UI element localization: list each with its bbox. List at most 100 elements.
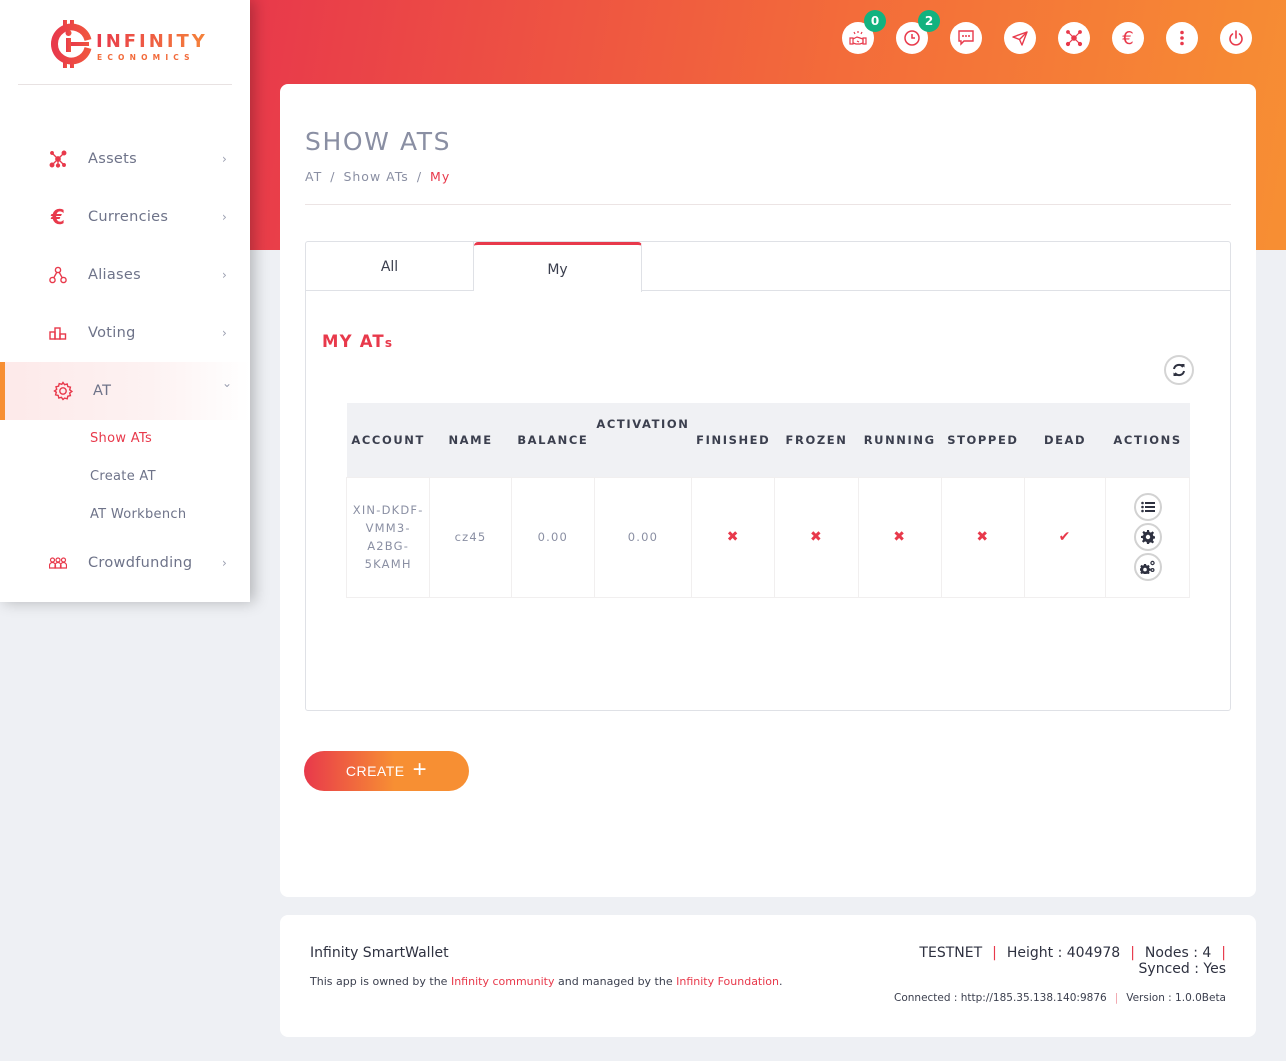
section-title: MY ATs bbox=[322, 332, 393, 351]
column-header-balance[interactable]: BALANCE bbox=[511, 403, 595, 477]
breadcrumb-current: My bbox=[430, 169, 451, 184]
sidebar-item-aliases[interactable]: Aliases › bbox=[0, 246, 250, 304]
sidebar-item-crowdfunding[interactable]: Crowdfunding › bbox=[0, 534, 250, 592]
messages-button[interactable] bbox=[950, 22, 982, 54]
more-button[interactable] bbox=[1166, 22, 1198, 54]
sidebar-item-at[interactable]: AT ⌄ bbox=[0, 362, 250, 420]
separator: | bbox=[1221, 945, 1226, 961]
network-icon bbox=[1065, 30, 1083, 47]
sidebar-subitem-at-workbench[interactable]: AT Workbench bbox=[90, 507, 186, 522]
infinity-foundation-link[interactable]: Infinity Foundation bbox=[676, 975, 779, 988]
chat-icon bbox=[958, 30, 974, 46]
cell-frozen: ✖ bbox=[774, 476, 859, 598]
cross-icon: ✖ bbox=[726, 529, 740, 545]
history-button[interactable]: 2 bbox=[896, 10, 940, 54]
table-header-row: ACCOUNT NAME BALANCE ACTIVATION FINISHED… bbox=[346, 403, 1190, 477]
column-header-activation[interactable]: ACTIVATION bbox=[594, 403, 692, 477]
euro-icon: € bbox=[1122, 27, 1134, 49]
euro-icon: € bbox=[51, 205, 65, 229]
currency-button[interactable]: € bbox=[1112, 22, 1144, 54]
logo-mark-icon bbox=[51, 20, 92, 68]
column-header-account[interactable]: ACCOUNT bbox=[346, 403, 430, 477]
gear-icon bbox=[1140, 530, 1155, 544]
sidebar-item-label: Voting bbox=[88, 325, 136, 341]
column-header-finished[interactable]: FINISHED bbox=[691, 403, 775, 477]
sidebar-item-label: AT bbox=[93, 383, 112, 399]
column-header-frozen[interactable]: FROZEN bbox=[774, 403, 859, 477]
app-version: Version : 1.0.0Beta bbox=[1126, 992, 1226, 1004]
check-icon: ✔ bbox=[1058, 529, 1072, 545]
action-buttons bbox=[1106, 493, 1189, 581]
footer-text-part: . bbox=[779, 975, 783, 988]
separator: | bbox=[1130, 945, 1135, 961]
ats-table: ACCOUNT NAME BALANCE ACTIVATION FINISHED… bbox=[345, 403, 1190, 598]
cross-icon: ✖ bbox=[810, 529, 823, 545]
network-button[interactable] bbox=[1058, 22, 1090, 54]
advanced-settings-button[interactable] bbox=[1133, 553, 1162, 581]
handshake-button[interactable]: 0 bbox=[842, 10, 886, 54]
main-card: SHOW ATS AT / Show ATs / My All My MY AT… bbox=[280, 84, 1256, 897]
sidebar-subitem-create-at[interactable]: Create AT bbox=[90, 469, 156, 484]
footer: Infinity SmartWallet This app is owned b… bbox=[280, 915, 1256, 1037]
cell-running: ✖ bbox=[857, 476, 942, 598]
logo-subtitle: ECONOMICS bbox=[97, 53, 195, 62]
sidebar-item-voting[interactable]: Voting › bbox=[0, 304, 250, 362]
logo[interactable]: INFINITY ECONOMICS bbox=[50, 18, 210, 70]
send-button[interactable] bbox=[1004, 22, 1036, 54]
column-header-actions: ACTIONS bbox=[1105, 403, 1190, 477]
cell-activation: 0.00 bbox=[593, 476, 693, 598]
footer-ownership-text: This app is owned by the Infinity commun… bbox=[310, 975, 783, 988]
sidebar-item-label: Aliases bbox=[88, 267, 141, 283]
cell-account[interactable]: XIN-DKDF- VMM3- A2BG- 5KAMH bbox=[345, 476, 431, 598]
gear-icon bbox=[53, 381, 73, 401]
logo-title: INFINITY bbox=[96, 31, 208, 52]
column-header-running[interactable]: RUNNING bbox=[858, 403, 942, 477]
footer-title: Infinity SmartWallet bbox=[310, 945, 449, 961]
table-row: XIN-DKDF- VMM3- A2BG- 5KAMH cz45 0.00 0.… bbox=[345, 476, 1190, 598]
settings-button[interactable] bbox=[1133, 523, 1162, 551]
podium-icon bbox=[48, 323, 68, 343]
tab-all[interactable]: All bbox=[306, 242, 474, 291]
refresh-button[interactable] bbox=[1164, 355, 1194, 385]
cell-name: cz45 bbox=[429, 476, 512, 598]
header-toolbar: 0 2 € bbox=[842, 10, 1252, 54]
tabs-panel: All My MY ATs ACCOUNT NAME BALANCE ACTIV… bbox=[305, 241, 1231, 711]
sidebar-item-assets[interactable]: Assets › bbox=[0, 130, 250, 188]
separator: | bbox=[1114, 992, 1119, 1004]
create-button-label: CREATE bbox=[345, 763, 405, 779]
tab-my[interactable]: My bbox=[474, 242, 642, 292]
account-line: VMM3- bbox=[365, 521, 411, 535]
alias-icon bbox=[48, 265, 68, 285]
cell-actions bbox=[1105, 476, 1190, 598]
details-button[interactable] bbox=[1133, 493, 1162, 521]
breadcrumb: AT / Show ATs / My bbox=[305, 169, 450, 184]
logout-button[interactable] bbox=[1220, 22, 1252, 54]
node-count: Nodes : 4 bbox=[1144, 945, 1212, 961]
logo-divider bbox=[18, 84, 232, 85]
column-header-stopped[interactable]: STOPPED bbox=[941, 403, 1025, 477]
column-header-dead[interactable]: DEAD bbox=[1024, 403, 1106, 477]
breadcrumb-item[interactable]: AT bbox=[305, 169, 322, 184]
people-icon bbox=[48, 553, 68, 573]
network-status: TESTNET | Height : 404978 | Nodes : 4 | Synce… bbox=[906, 945, 1226, 977]
section-title-main: MY AT bbox=[322, 332, 385, 351]
breadcrumb-item[interactable]: Show ATs bbox=[343, 169, 408, 184]
more-vertical-icon bbox=[1180, 30, 1184, 46]
connection-info: Connected : http://185.35.138.140:9876 | V… bbox=[894, 992, 1226, 1004]
infinity-community-link[interactable]: Infinity community bbox=[451, 975, 555, 988]
divider bbox=[305, 204, 1231, 205]
sidebar-subitem-show-ats[interactable]: Show ATs bbox=[90, 431, 152, 446]
breadcrumb-separator: / bbox=[416, 169, 423, 184]
network-icon bbox=[48, 149, 68, 169]
plus-icon: + bbox=[412, 755, 428, 783]
chevron-down-icon: ⌄ bbox=[222, 376, 233, 390]
sidebar-item-label: Assets bbox=[88, 151, 137, 167]
sidebar-item-currencies[interactable]: € Currencies › bbox=[0, 188, 250, 246]
cell-balance: 0.00 bbox=[510, 476, 595, 598]
create-button[interactable]: CREATE + bbox=[304, 751, 469, 791]
refresh-icon bbox=[1173, 363, 1185, 377]
column-header-name[interactable]: NAME bbox=[429, 403, 512, 477]
chevron-right-icon: › bbox=[222, 152, 227, 166]
power-icon bbox=[1229, 30, 1243, 46]
cell-dead: ✔ bbox=[1023, 476, 1107, 598]
